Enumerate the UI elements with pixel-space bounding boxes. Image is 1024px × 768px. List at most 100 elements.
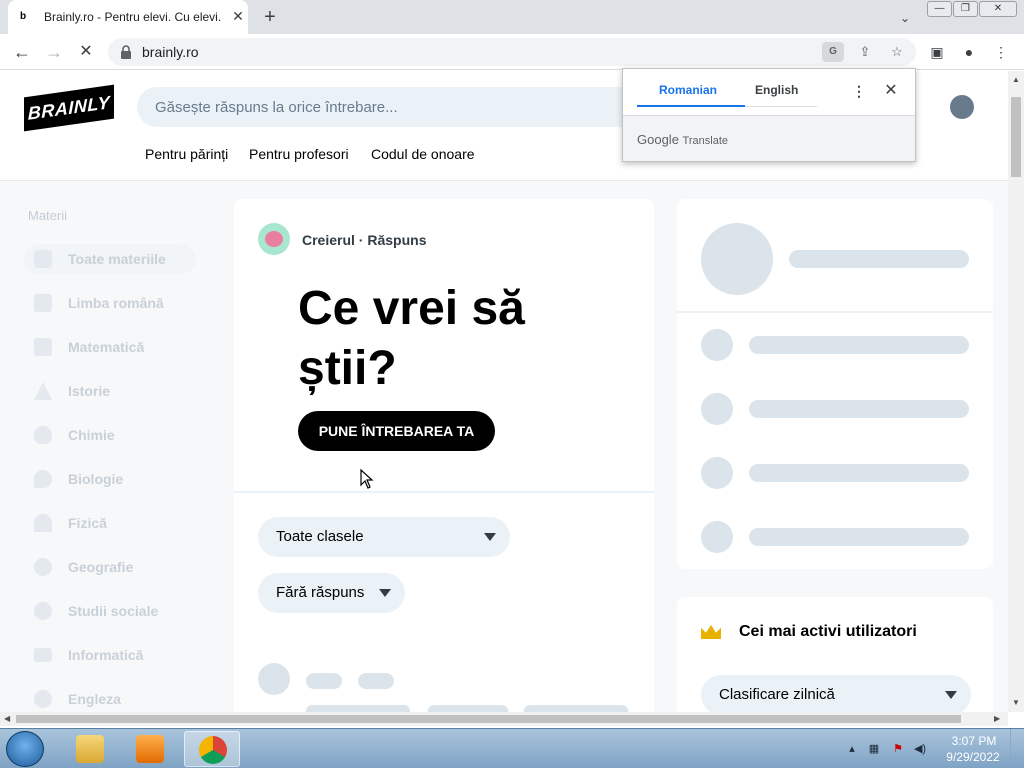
divider <box>677 311 993 313</box>
subject-label: Fizică <box>68 515 107 531</box>
chat-bubbles-icon <box>34 602 52 620</box>
subject-english[interactable]: Engleza <box>28 684 208 712</box>
book-icon <box>34 294 52 312</box>
taskbar-explorer[interactable] <box>62 731 118 767</box>
nav-honor-code-link[interactable]: Codul de onoare <box>371 146 475 162</box>
magnet-icon <box>34 514 52 532</box>
subject-chemistry[interactable]: Chimie <box>28 420 208 450</box>
subject-label: Toate materiile <box>68 251 166 267</box>
network-icon[interactable]: ▦ <box>867 742 881 756</box>
leaf-icon <box>34 470 52 488</box>
subject-social[interactable]: Studii sociale <box>28 596 208 626</box>
close-icon[interactable]: ✕ <box>881 81 901 101</box>
back-arrow-icon[interactable]: ← <box>10 40 34 64</box>
translate-popup-footer: Google Translate <box>623 115 915 161</box>
show-desktop-button[interactable] <box>1010 729 1024 768</box>
skeleton-line <box>524 705 628 712</box>
subject-geography[interactable]: Geografie <box>28 552 208 582</box>
windows-start-button[interactable] <box>6 731 44 767</box>
minimize-button[interactable]: — <box>927 1 952 17</box>
subject-label: Chimie <box>68 427 115 443</box>
mouse-cursor-icon <box>360 469 374 489</box>
address-bar[interactable]: brainly.ro G ⇪ ☆ <box>108 38 916 66</box>
share-icon[interactable]: ⇪ <box>854 42 876 62</box>
chrome-menu-icon[interactable]: ⋮ <box>990 42 1012 62</box>
subject-romanian[interactable]: Limba română <box>28 288 208 318</box>
ranking-select[interactable]: Clasificare zilnică <box>701 675 971 712</box>
ranking-select-label: Clasificare zilnică <box>719 686 835 703</box>
taskbar-chrome[interactable] <box>184 731 240 767</box>
caret-down-icon <box>945 691 957 699</box>
forward-arrow-icon[interactable]: → <box>42 40 66 64</box>
answer-filter-select[interactable]: Fără răspuns <box>258 573 405 613</box>
search-input[interactable]: Găsește răspuns la orice întrebare... <box>137 87 657 127</box>
clock-date[interactable]: 9/29/2022 <box>940 750 1006 764</box>
subject-history[interactable]: Istorie <box>28 376 208 406</box>
class-filter-select[interactable]: Toate clasele <box>258 517 510 557</box>
vertical-scrollbar[interactable]: ▲ ▼ <box>1008 71 1024 712</box>
taskbar-media-player[interactable] <box>122 731 178 767</box>
tab-close-icon[interactable]: ✕ <box>230 8 246 24</box>
subject-all[interactable]: Toate materiile <box>24 244 196 274</box>
screen: b Brainly.ro - Pentru elevi. Cu elevi. ✕… <box>0 0 1024 768</box>
skeleton-line <box>749 464 969 482</box>
tab-strip: b Brainly.ro - Pentru elevi. Cu elevi. ✕… <box>0 0 1024 34</box>
scroll-up-icon[interactable]: ▲ <box>1012 75 1020 84</box>
subject-label: Geografie <box>68 559 134 575</box>
globe-icon <box>34 558 52 576</box>
answer-filter-label: Fără răspuns <box>276 584 365 601</box>
tab-search-chevron-icon[interactable]: ⌄ <box>895 8 915 28</box>
scroll-left-icon[interactable]: ◀ <box>4 714 10 723</box>
user-profile-icon[interactable] <box>950 95 974 119</box>
tab-title: Brainly.ro - Pentru elevi. Cu elevi. <box>44 10 222 24</box>
side-panel-icon[interactable]: ▣ <box>926 42 948 62</box>
volume-icon[interactable]: ◀) <box>913 742 927 756</box>
brain-avatar-icon <box>258 223 290 255</box>
skeleton-line <box>749 400 969 418</box>
subject-biology[interactable]: Biologie <box>28 464 208 494</box>
media-player-icon <box>136 735 164 763</box>
skeleton-line <box>306 673 342 689</box>
active-users-title: Cei mai activi utilizatori <box>739 623 917 640</box>
subject-physics[interactable]: Fizică <box>28 508 208 538</box>
translate-popup-header: Romanian English ⋮ ✕ <box>623 69 915 115</box>
brainly-logo[interactable]: BRAINLY <box>24 84 114 132</box>
chrome-icon <box>199 736 227 764</box>
tab-brainly[interactable]: b Brainly.ro - Pentru elevi. Cu elevi. ✕ <box>8 0 248 34</box>
profile-avatar-icon[interactable]: ● <box>958 42 980 62</box>
action-center-icon[interactable]: ⚑ <box>891 742 905 756</box>
skeleton-avatar <box>701 457 733 489</box>
translate-icon[interactable]: G <box>822 42 844 62</box>
scroll-down-icon[interactable]: ▼ <box>1012 698 1020 707</box>
bookmark-star-icon[interactable]: ☆ <box>886 42 908 62</box>
horizontal-scroll-thumb[interactable] <box>16 715 961 723</box>
horizontal-scrollbar[interactable]: ◀ ▶ <box>0 712 1008 726</box>
subject-label: Informatică <box>68 647 144 663</box>
clock-time[interactable]: 3:07 PM <box>948 734 1000 748</box>
subject-label: Limba română <box>68 295 164 311</box>
restore-button[interactable]: ❐ <box>953 1 978 17</box>
url-text: brainly.ro <box>142 44 199 60</box>
active-users-card: Cei mai activi utilizatori Clasificare z… <box>677 597 993 712</box>
caret-down-icon <box>379 589 391 597</box>
ask-question-button[interactable]: PUNE ÎNTREBAREA TA <box>298 411 495 451</box>
subject-math[interactable]: Matematică <box>28 332 208 362</box>
new-tab-button[interactable]: + <box>258 5 282 29</box>
stop-loading-icon[interactable]: ✕ <box>74 40 98 64</box>
more-options-icon[interactable]: ⋮ <box>851 81 867 101</box>
nav-parents-link[interactable]: Pentru părinți <box>145 146 228 162</box>
brainly-page: BRAINLY Găsește răspuns la orice întreba… <box>0 71 1008 712</box>
subject-label: Biologie <box>68 471 124 487</box>
tab-romanian[interactable]: Romanian <box>659 83 717 97</box>
nav-teachers-link[interactable]: Pentru profesori <box>249 146 349 162</box>
tray-chevron-icon[interactable]: ▴ <box>845 742 859 756</box>
tab-english[interactable]: English <box>755 83 798 97</box>
search-placeholder: Găsește răspuns la orice întrebare... <box>155 99 398 116</box>
skeleton-avatar <box>701 393 733 425</box>
crown-icon <box>701 625 721 639</box>
subject-informatics[interactable]: Informatică <box>28 640 208 670</box>
close-window-button[interactable]: ✕ <box>979 1 1017 17</box>
scroll-right-icon[interactable]: ▶ <box>994 714 1000 723</box>
skeleton-line <box>428 705 508 712</box>
vertical-scroll-thumb[interactable] <box>1011 97 1021 177</box>
